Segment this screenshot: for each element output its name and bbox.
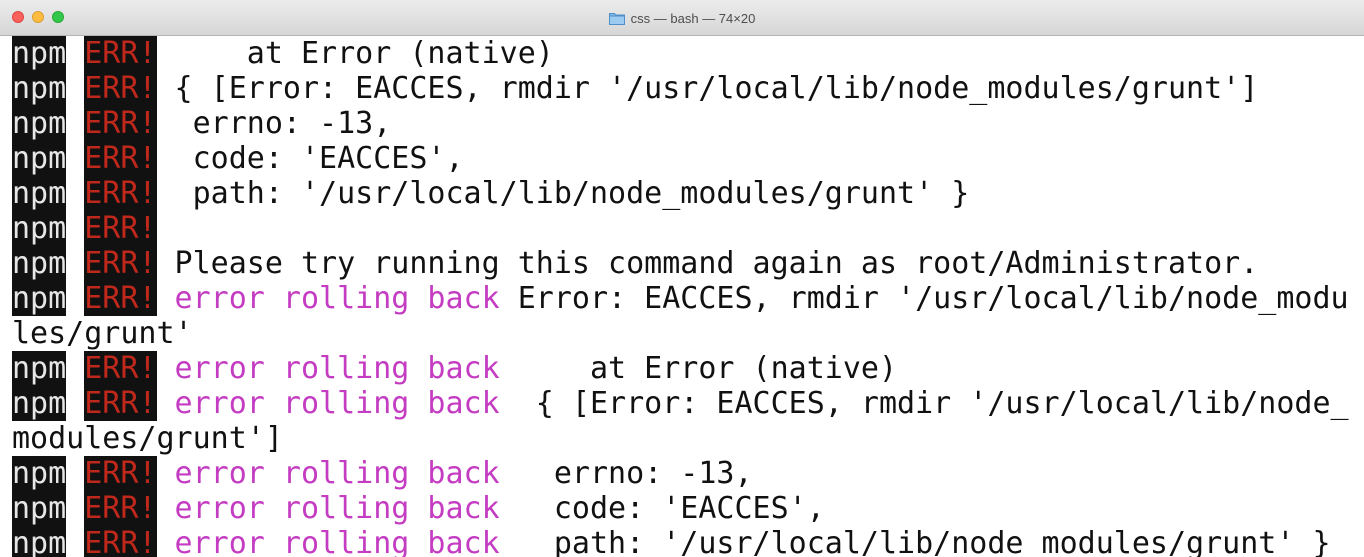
terminal-line: npm ERR! error rolling back code: 'EACCE…	[12, 491, 825, 526]
npm-prefix: npm	[12, 351, 67, 386]
npm-prefix: npm	[12, 106, 67, 141]
terminal-line: npm ERR! error rolling back Error: EACCE…	[12, 281, 1349, 316]
terminal-line: npm ERR! error rolling back path: '/usr/…	[12, 526, 1331, 557]
error-context: error rolling back	[156, 526, 500, 557]
error-context: error rolling back	[156, 351, 500, 386]
terminal-line: npm ERR!	[12, 211, 157, 246]
line-text: path: '/usr/local/lib/node_modules/grunt…	[156, 176, 970, 211]
line-text: errno: -13,	[156, 106, 392, 141]
line-text: at Error (native)	[156, 36, 554, 71]
line-text: { [Error: EACCES, rmdir '/usr/local/lib/…	[499, 386, 1349, 421]
terminal-line: npm ERR! at Error (native)	[12, 36, 554, 71]
line-text: path: '/usr/local/lib/node_modules/grunt…	[499, 526, 1331, 557]
err-tag: ERR!	[84, 456, 157, 491]
terminal-line: npm ERR! error rolling back { [Error: EA…	[12, 386, 1349, 421]
err-tag: ERR!	[84, 71, 157, 106]
line-text: code: 'EACCES',	[499, 491, 825, 526]
error-context: error rolling back	[156, 491, 500, 526]
window-title-text: css — bash — 74×20	[630, 10, 756, 26]
terminal-output[interactable]: npm ERR! at Error (native) npm ERR! { [Er…	[0, 36, 1364, 557]
line-text: errno: -13,	[499, 456, 753, 491]
err-tag: ERR!	[84, 526, 157, 557]
terminal-line: npm ERR! error rolling back at Error (na…	[12, 351, 897, 386]
line-text: { [Error: EACCES, rmdir '/usr/local/lib/…	[156, 71, 1259, 106]
err-tag: ERR!	[84, 351, 157, 386]
line-text: Error: EACCES, rmdir '/usr/local/lib/nod…	[499, 281, 1349, 316]
npm-prefix: npm	[12, 526, 67, 557]
err-tag: ERR!	[84, 36, 157, 71]
npm-prefix: npm	[12, 71, 67, 106]
npm-prefix: npm	[12, 491, 67, 526]
line-text: Please try running this command again as…	[156, 246, 1259, 281]
folder-icon	[608, 12, 625, 25]
line-text: code: 'EACCES',	[156, 141, 464, 176]
terminal-line: npm ERR! Please try running this command…	[12, 246, 1258, 281]
terminal-line: npm ERR! path: '/usr/local/lib/node_modu…	[12, 176, 969, 211]
error-context: error rolling back	[156, 281, 500, 316]
npm-prefix: npm	[12, 176, 67, 211]
npm-prefix: npm	[12, 211, 67, 246]
err-tag: ERR!	[84, 281, 157, 316]
window-title: css — bash — 74×20	[0, 0, 1364, 36]
npm-prefix: npm	[12, 386, 67, 421]
terminal-line: npm ERR! { [Error: EACCES, rmdir '/usr/l…	[12, 71, 1258, 106]
err-tag: ERR!	[84, 211, 157, 246]
error-context: error rolling back	[156, 456, 500, 491]
err-tag: ERR!	[84, 386, 157, 421]
err-tag: ERR!	[84, 491, 157, 526]
title-bar[interactable]: css — bash — 74×20	[0, 0, 1364, 36]
npm-prefix: npm	[12, 281, 67, 316]
err-tag: ERR!	[84, 176, 157, 211]
npm-prefix: npm	[12, 456, 67, 491]
terminal-line: les/grunt'	[12, 316, 193, 351]
terminal-line: modules/grunt']	[12, 421, 283, 456]
line-text: modules/grunt']	[12, 421, 283, 456]
error-context: error rolling back	[156, 386, 500, 421]
line-text: les/grunt'	[12, 316, 193, 351]
terminal-window: css — bash — 74×20 npm ERR! at Error (na…	[0, 0, 1364, 557]
line-text: at Error (native)	[499, 351, 898, 386]
err-tag: ERR!	[84, 246, 157, 281]
terminal-line: npm ERR! code: 'EACCES',	[12, 141, 464, 176]
npm-prefix: npm	[12, 141, 67, 176]
terminal-line: npm ERR! errno: -13,	[12, 106, 391, 141]
npm-prefix: npm	[12, 36, 67, 71]
err-tag: ERR!	[84, 141, 157, 176]
err-tag: ERR!	[84, 106, 157, 141]
terminal-line: npm ERR! error rolling back errno: -13,	[12, 456, 753, 491]
npm-prefix: npm	[12, 246, 67, 281]
